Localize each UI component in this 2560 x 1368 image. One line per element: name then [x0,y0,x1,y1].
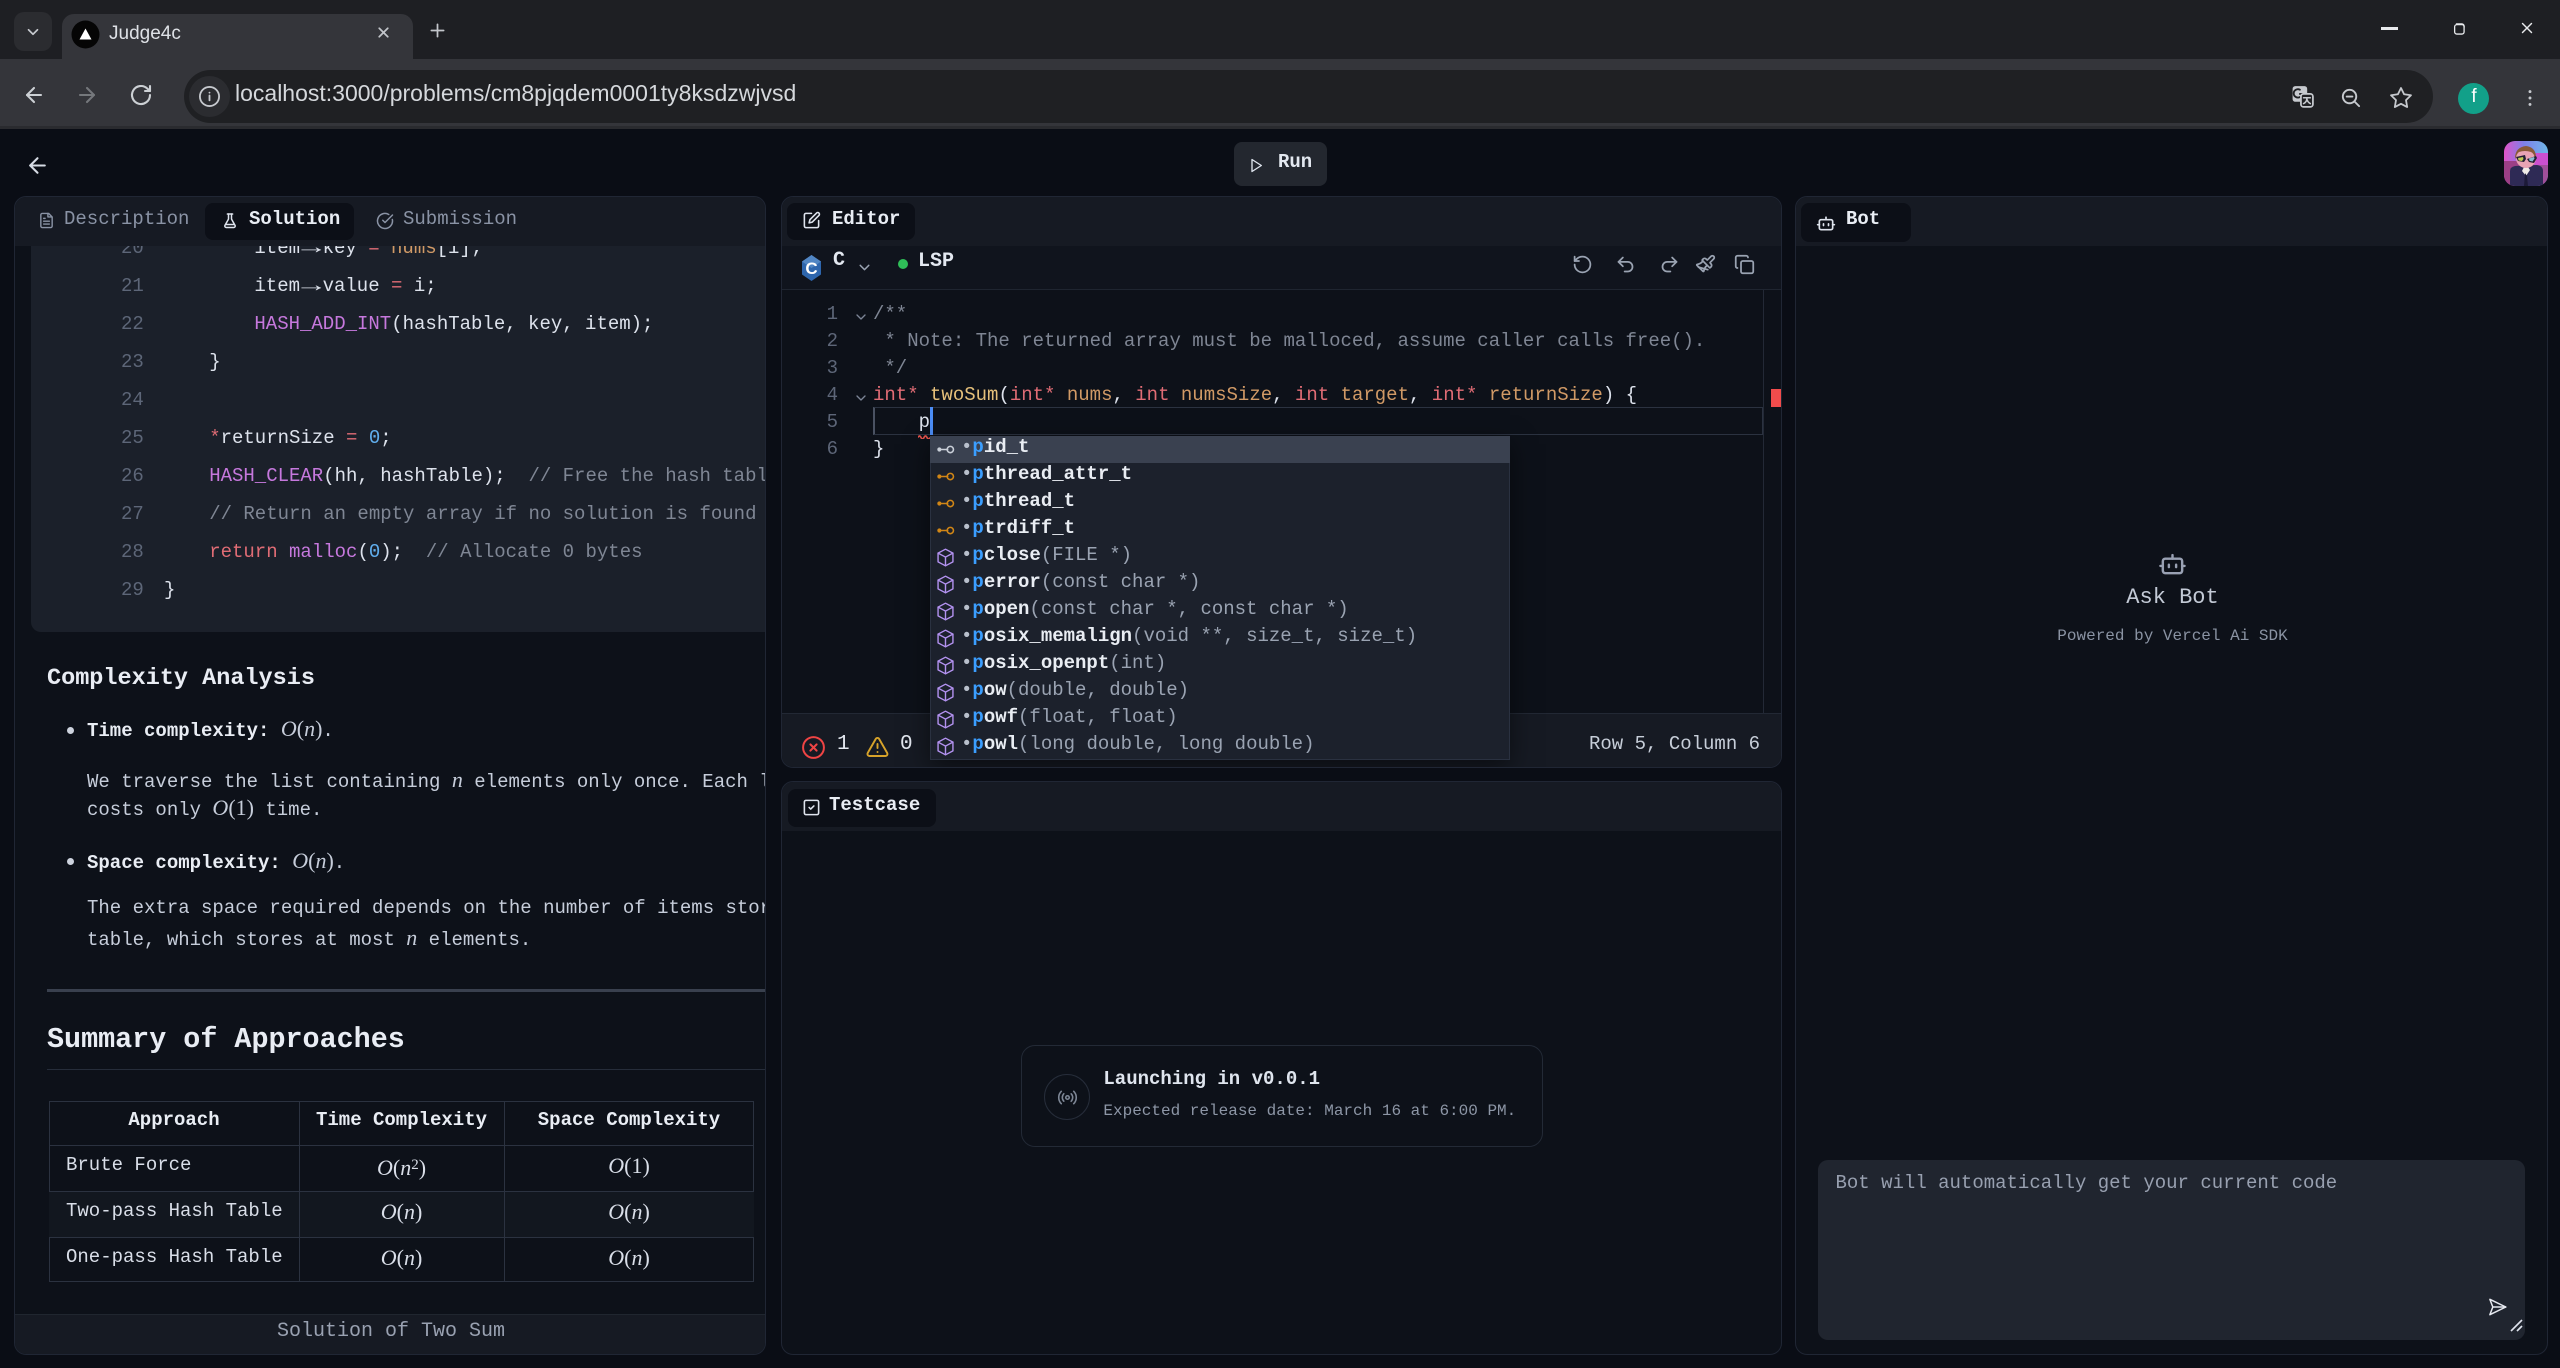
svg-text:C: C [805,259,817,278]
